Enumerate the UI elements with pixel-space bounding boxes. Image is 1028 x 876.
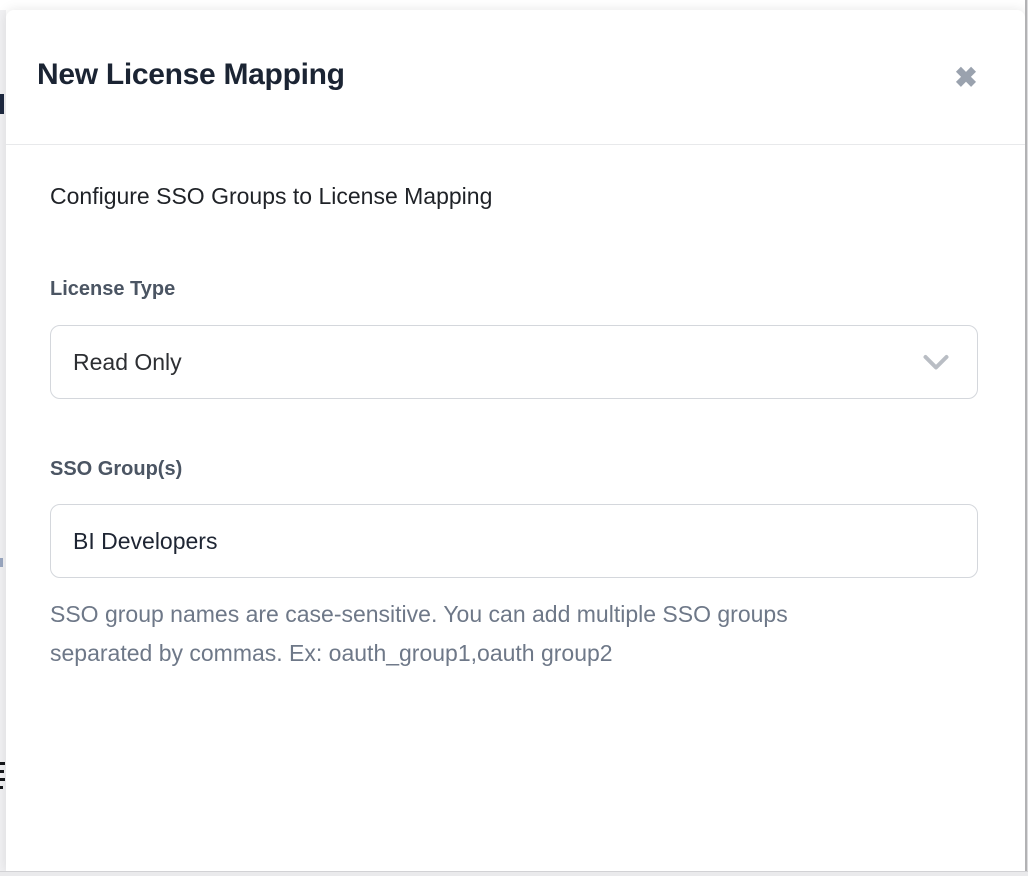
license-type-label: License Type	[50, 277, 175, 301]
background-clipped-content	[0, 786, 3, 789]
new-license-mapping-modal: New License Mapping ✖ Configure SSO Grou…	[6, 10, 1025, 871]
sso-groups-label: SSO Group(s)	[50, 457, 182, 481]
close-icon[interactable]: ✖	[944, 56, 988, 100]
modal-description: Configure SSO Groups to License Mapping	[50, 182, 492, 210]
background-clipped-content	[0, 558, 3, 567]
modal-header: New License Mapping ✖	[6, 10, 1025, 145]
chevron-down-icon	[923, 354, 949, 371]
license-type-select[interactable]: Read Only	[50, 325, 978, 399]
background-bottom-strip	[0, 871, 1028, 876]
sso-groups-input[interactable]	[50, 504, 978, 578]
background-clipped-content	[0, 94, 4, 114]
license-type-selected-value: Read Only	[73, 326, 182, 398]
background-clipped-content	[0, 770, 4, 773]
modal-title: New License Mapping	[37, 58, 345, 92]
sso-groups-help-text: SSO group names are case-sensitive. You …	[50, 595, 886, 673]
screen: New License Mapping ✖ Configure SSO Grou…	[0, 0, 1028, 876]
background-clipped-content	[0, 762, 5, 765]
background-clipped-content	[0, 778, 5, 781]
